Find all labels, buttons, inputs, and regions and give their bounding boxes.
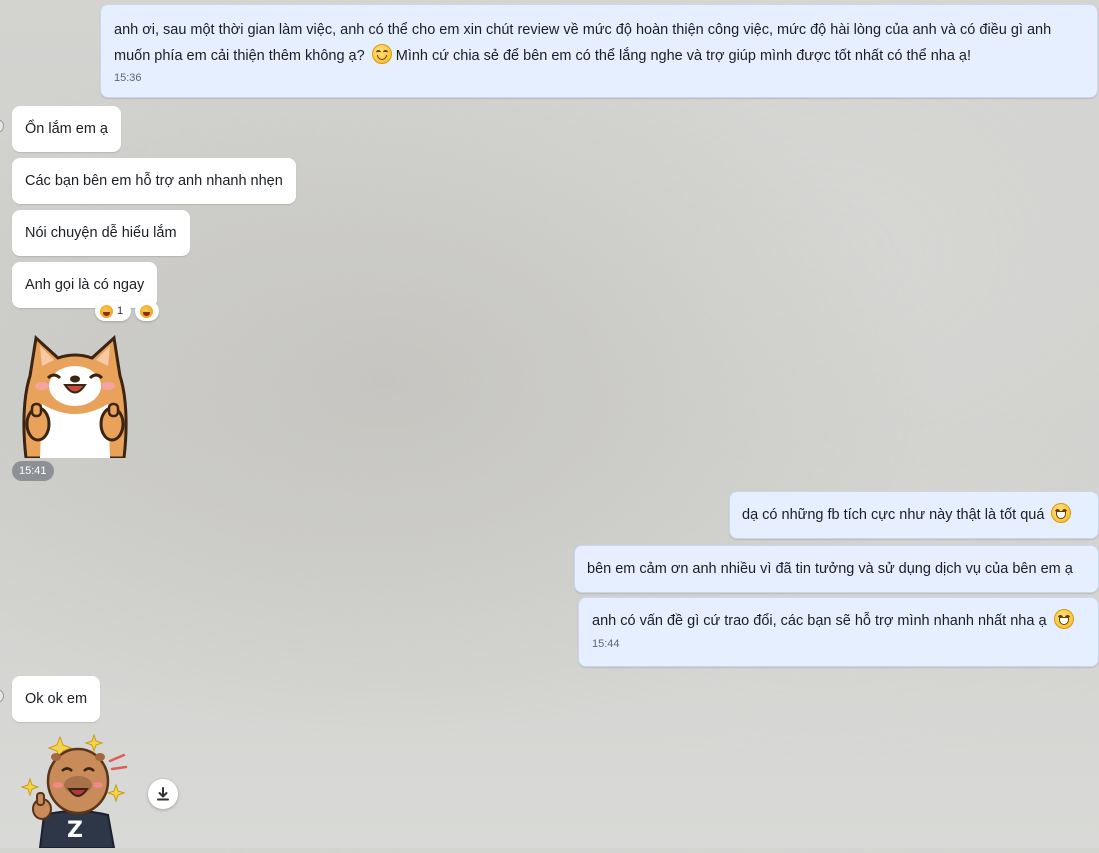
message-incoming[interactable]: Các bạn bên em hỗ trợ anh nhanh nhẹn: [12, 158, 296, 204]
sticker-time-badge: 15:41: [12, 461, 54, 481]
message-outgoing[interactable]: dạ có những fb tích cực như này thật là …: [729, 491, 1099, 539]
message-incoming[interactable]: Nói chuyện dễ hiểu lắm: [12, 210, 190, 256]
sender-avatar[interactable]: [0, 689, 4, 703]
message-text: anh ơi, sau một thời gian làm việc, anh …: [114, 17, 1085, 69]
message-text: anh có vấn đề gì cứ trao đổi, các bạn sẽ…: [592, 613, 1047, 629]
reaction-summary[interactable]: 1: [95, 301, 131, 321]
shiba-sticker[interactable]: [18, 324, 132, 460]
message-text: Anh gọi là có ngay: [25, 277, 145, 293]
message-line-2: muốn phía em cải thiện thêm không ạ?: [114, 48, 365, 64]
grin-emoji-icon: [1053, 609, 1074, 629]
message-text: bên em cảm ơn anh nhiều vì đã tin tưởng …: [587, 561, 1073, 577]
message-incoming[interactable]: Ok ok em: [12, 676, 101, 722]
add-reaction-button[interactable]: [135, 301, 159, 321]
message-incoming[interactable]: Anh gọi là có ngay: [12, 262, 158, 308]
shiba-thumbs-up-sticker: [22, 335, 128, 460]
reaction-count: 1: [117, 305, 124, 317]
message-time: 15:36: [114, 72, 142, 84]
download-button[interactable]: [148, 779, 178, 809]
message-outgoing-review-request[interactable]: anh ơi, sau một thời gian làm việc, anh …: [100, 4, 1098, 98]
capybara-sticker[interactable]: Z: [20, 733, 132, 849]
download-icon: [157, 787, 169, 801]
message-text: Các bạn bên em hỗ trợ anh nhanh nhẹn: [25, 173, 283, 189]
message-outgoing[interactable]: bên em cảm ơn anh nhiều vì đã tin tưởng …: [574, 545, 1099, 593]
message-text: Ok ok em: [25, 691, 88, 707]
capybara-thumbs-up-sticker: Z: [20, 733, 128, 849]
sticker-badge-letter: Z: [67, 818, 83, 843]
message-outgoing[interactable]: anh có vấn đề gì cứ trao đổi, các bạn sẽ…: [578, 597, 1099, 667]
sender-avatar[interactable]: [0, 119, 4, 133]
message-time: 15:44: [592, 638, 620, 650]
laugh-reaction-icon: [100, 304, 113, 318]
message-text: dạ có những fb tích cực như này thật là …: [742, 507, 1045, 523]
message-text: Nói chuyện dễ hiểu lắm: [25, 225, 177, 241]
blush-smile-emoji-icon: [371, 44, 392, 64]
grin-emoji-icon: [1051, 503, 1072, 523]
message-line-1: anh ơi, sau một thời gian làm việc, anh …: [114, 22, 1052, 38]
laugh-reaction-icon: [140, 304, 153, 318]
message-incoming[interactable]: Ổn lắm em ạ: [12, 106, 121, 152]
message-text: Ổn lắm em ạ: [25, 121, 108, 137]
message-line-2-end: Mình cứ chia sẻ để bên em có thể lắng ng…: [395, 48, 972, 64]
